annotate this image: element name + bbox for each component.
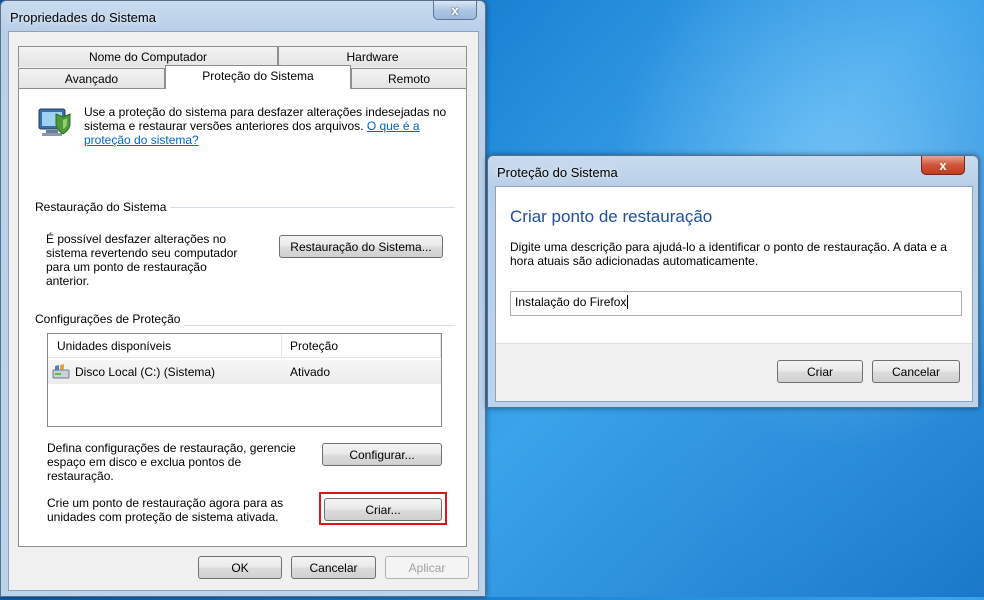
tab-advanced[interactable]: Avançado — [18, 68, 165, 89]
column-header-protection[interactable]: Proteção — [290, 339, 338, 353]
protection-group-label: Configurações de Proteção — [35, 312, 185, 326]
configure-button[interactable]: Configurar... — [322, 443, 442, 466]
dialog-heading: Criar ponto de restauração — [510, 207, 713, 226]
tab-hardware[interactable]: Hardware — [278, 46, 467, 67]
close-icon: x — [451, 2, 459, 18]
input-value: Instalação do Firefox — [515, 295, 627, 309]
ok-button[interactable]: OK — [198, 556, 282, 579]
dialog-description: Digite uma descrição para ajudá-lo a ide… — [510, 240, 947, 268]
button-label: Cancelar — [891, 364, 941, 379]
text-cursor — [627, 295, 629, 309]
highlight-outline — [319, 492, 447, 525]
window-title: Propriedades do Sistema — [10, 10, 156, 25]
button-label: OK — [231, 560, 249, 575]
tab-label: Avançado — [64, 72, 119, 86]
table-row[interactable]: Disco Local (C:) (Sistema) Ativado — [48, 360, 441, 384]
drive-icon — [52, 364, 70, 379]
restore-point-description-input[interactable]: Instalação do Firefox — [510, 291, 962, 316]
button-label: Cancelar — [309, 560, 358, 575]
restore-group-label: Restauração do Sistema — [35, 200, 171, 214]
tab-panel-system-protection: Use a proteção do sistema para desfazer … — [18, 88, 467, 547]
system-properties-window: Propriedades do Sistema x Nome do Comput… — [0, 0, 486, 597]
tab-label: Hardware — [346, 50, 399, 64]
title-bar[interactable]: Proteção do Sistema x — [488, 156, 978, 186]
close-button[interactable]: x — [433, 1, 477, 20]
dialog-client-area: Criar ponto de restauração Digite uma de… — [495, 186, 973, 402]
cancel-button[interactable]: Cancelar — [291, 556, 376, 579]
column-header-drives[interactable]: Unidades disponíveis — [57, 339, 171, 353]
restore-description: É possível desfazer alterações no sistem… — [46, 232, 238, 288]
system-protection-dialog: Proteção do Sistema x Criar ponto de res… — [487, 155, 979, 408]
system-protection-icon — [38, 108, 71, 136]
create-description: Crie um ponto de restauração agora para … — [47, 496, 284, 524]
dialog-client-area: Nome do Computador Hardware Avançado Pro… — [8, 31, 479, 591]
listview-header: Unidades disponíveis Proteção — [48, 334, 441, 358]
title-bar[interactable]: Propriedades do Sistema x — [1, 1, 485, 31]
create-button[interactable]: Criar — [777, 360, 863, 383]
button-label: Configurar... — [349, 447, 415, 462]
column-separator[interactable] — [440, 334, 441, 358]
configure-description: Defina configurações de restauração, ger… — [47, 441, 296, 483]
intro-text: Use a proteção do sistema para desfazer … — [84, 105, 459, 147]
close-button[interactable]: x — [921, 156, 965, 175]
apply-button[interactable]: Aplicar — [385, 556, 469, 579]
tab-computer-name[interactable]: Nome do Computador — [18, 46, 278, 67]
drive-name: Disco Local (C:) (Sistema) — [75, 365, 216, 379]
drive-protection-status: Ativado — [290, 365, 331, 379]
tab-label: Nome do Computador — [88, 50, 208, 64]
tab-system-protection[interactable]: Proteção do Sistema — [165, 65, 351, 89]
button-label: Criar — [807, 364, 833, 379]
tab-remote[interactable]: Remoto — [351, 68, 467, 89]
drives-listview[interactable]: Unidades disponíveis Proteção Disco Loca… — [47, 333, 442, 427]
tab-label: Remoto — [387, 72, 431, 86]
tab-label: Proteção do Sistema — [202, 68, 314, 83]
close-icon: x — [939, 157, 947, 173]
button-label: Aplicar — [408, 560, 446, 575]
cancel-button[interactable]: Cancelar — [872, 360, 960, 383]
dialog-title: Proteção do Sistema — [497, 165, 618, 180]
button-label: Restauração do Sistema... — [290, 239, 432, 254]
column-separator[interactable] — [281, 334, 282, 358]
system-restore-button[interactable]: Restauração do Sistema... — [279, 235, 443, 258]
